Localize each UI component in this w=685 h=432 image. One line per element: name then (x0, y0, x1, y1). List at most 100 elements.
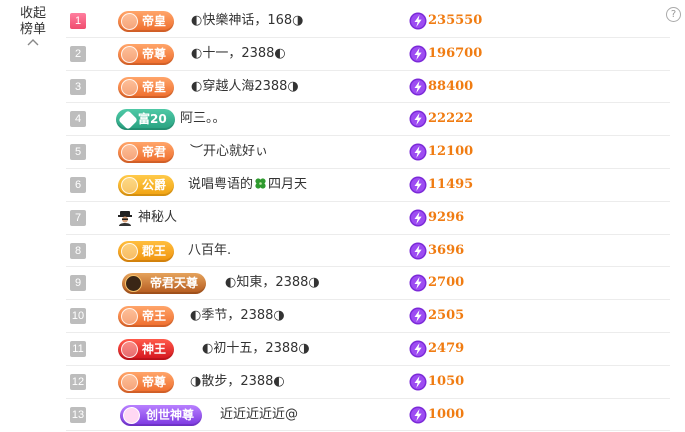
user-name[interactable]: ︶开心就好ぃ (190, 136, 268, 168)
badge-label: 帝皇 (142, 14, 167, 28)
lightning-gift-icon (409, 110, 427, 128)
lightning-gift-icon (409, 406, 427, 424)
level-badge: 帝尊 (118, 43, 175, 65)
lightning-gift-icon (409, 45, 427, 63)
ranking-row[interactable]: 2 帝尊 ◐十一，2388◐ 196700 (66, 38, 670, 71)
ranking-row[interactable]: 5 帝君 ︶开心就好ぃ 12100 (66, 136, 670, 169)
lightning-gift-icon (409, 340, 427, 358)
ranking-row[interactable]: 3 帝皇 ◐穿越人海2388◑ 88400 (66, 71, 670, 104)
collapse-label-line1: 收起 (19, 6, 46, 21)
badge-label: 公爵 (142, 177, 167, 192)
level-badge: 公爵 (118, 174, 175, 196)
ranking-row[interactable]: 6 公爵 说唱粤语的 四月天 11495 (66, 169, 670, 202)
badge-emblem-icon (121, 45, 138, 63)
user-name[interactable]: ◐季节，2388◑ (190, 300, 285, 332)
ranking-row[interactable]: 9 帝君天尊 ◐知東，2388◑ 2700 (66, 267, 670, 301)
mystery-person-icon (117, 210, 133, 226)
badge-emblem-icon (118, 110, 138, 131)
ranking-list: 1 帝皇 ◐快樂神话，168◑ 235550 2 帝尊 ◐十一，2388◐ 196700 3 帝皇… (66, 5, 670, 432)
badge-label: 帝王 (142, 309, 167, 324)
lightning-gift-icon (409, 12, 427, 30)
level-badge: 创世神尊 (120, 404, 203, 426)
level-badge: 帝皇 (118, 76, 175, 98)
ranking-row[interactable]: 13 创世神尊 近近近近近@ 1000 (66, 399, 670, 432)
level-badge: 富20 (116, 109, 175, 131)
rank-number: 11 (70, 340, 86, 357)
user-name[interactable]: ◑散步，2388◐ (190, 366, 285, 398)
contribution-score: 9296 (428, 209, 465, 225)
lightning-gift-icon (409, 242, 427, 260)
contribution-score: 196700 (428, 45, 483, 61)
badge-emblem-icon (123, 406, 140, 424)
user-name[interactable]: 八百年. (188, 235, 231, 267)
contribution-score: 1000 (428, 406, 465, 422)
badge-emblem-icon (121, 176, 138, 194)
ranking-row[interactable]: 1 帝皇 ◐快樂神话，168◑ 235550 (66, 5, 670, 38)
level-badge: 帝君 (118, 142, 175, 164)
chevron-up-icon (27, 39, 39, 46)
ranking-row[interactable]: 4 富20 阿三。。 22222 (66, 103, 670, 137)
collapse-ranking-toggle[interactable]: 收起 榜单 (0, 6, 66, 46)
rank-number: 2 (70, 45, 86, 62)
collapse-label-line2: 榜单 (19, 22, 46, 37)
ranking-row[interactable]: 11 神王 ◐初十五，2388◑ 2479 (66, 333, 670, 366)
user-name[interactable]: 神秘人 (138, 202, 177, 234)
badge-label: 创世神尊 (146, 407, 195, 422)
badge-emblem-icon (121, 373, 138, 391)
badge-label: 郡王 (142, 243, 167, 258)
badge-emblem-icon (121, 78, 138, 96)
user-name[interactable]: 说唱粤语的 四月天 (188, 169, 307, 201)
user-name[interactable]: ◐十一，2388◐ (191, 38, 286, 70)
level-badge: 帝皇 (118, 11, 175, 32)
user-name[interactable]: ◐知東，2388◑ (225, 267, 320, 299)
user-name-part: 四月天 (268, 176, 308, 192)
contribution-score: 2479 (428, 340, 465, 356)
user-name-part: 说唱粤语的 (188, 176, 254, 192)
lightning-gift-icon (409, 274, 427, 292)
badge-emblem-icon (121, 340, 138, 358)
level-badge: 帝君天尊 (122, 273, 207, 295)
badge-label: 帝君天尊 (150, 276, 199, 291)
user-name[interactable]: 近近近近近@ (220, 399, 298, 431)
badge-label: 帝尊 (142, 374, 167, 389)
contribution-score: 2700 (428, 275, 465, 291)
rank-number: 1 (70, 13, 86, 29)
lightning-gift-icon (409, 143, 427, 161)
badge-label: 帝尊 (142, 46, 167, 61)
lightning-gift-icon (409, 176, 427, 194)
badge-emblem-icon (125, 275, 142, 293)
badge-emblem-icon (121, 242, 138, 260)
contribution-score: 1050 (428, 373, 465, 389)
contribution-score: 3696 (428, 242, 465, 258)
user-name[interactable]: ◐穿越人海2388◑ (191, 71, 299, 103)
lightning-gift-icon (409, 373, 427, 391)
level-badge: 神王 (118, 338, 175, 360)
rank-number: 6 (70, 176, 86, 193)
badge-label: 帝君 (142, 145, 167, 160)
ranking-row[interactable]: 8 郡王 八百年. 3696 (66, 235, 670, 268)
badge-label: 富20 (138, 112, 167, 127)
ranking-row[interactable]: 12 帝尊 ◑散步，2388◐ 1050 (66, 366, 670, 399)
ranking-row[interactable]: 10 帝王 ◐季节，2388◑ 2505 (66, 300, 670, 333)
level-badge: 帝尊 (118, 371, 175, 393)
rank-number: 13 (70, 406, 86, 423)
badge-emblem-icon (121, 13, 138, 30)
lightning-gift-icon (409, 78, 427, 96)
user-name[interactable]: ◐初十五，2388◑ (202, 333, 310, 365)
user-name[interactable]: 阿三。。 (180, 103, 226, 135)
badge-emblem-icon (121, 308, 138, 326)
ranking-row[interactable]: 7 神秘人 9296 (66, 202, 670, 235)
lightning-gift-icon (409, 209, 427, 227)
rank-number: 4 (70, 111, 86, 128)
badge-emblem-icon (121, 144, 138, 162)
contribution-score: 235550 (428, 13, 483, 28)
lightning-gift-icon (409, 307, 427, 325)
contribution-score: 2505 (428, 308, 465, 324)
badge-label: 帝皇 (142, 79, 167, 94)
contribution-score: 22222 (428, 111, 474, 127)
contribution-score: 88400 (428, 78, 474, 94)
rank-number: 10 (70, 308, 86, 325)
user-name[interactable]: ◐快樂神话，168◑ (191, 5, 304, 37)
rank-number: 3 (70, 78, 86, 95)
level-badge: 帝王 (118, 306, 175, 328)
